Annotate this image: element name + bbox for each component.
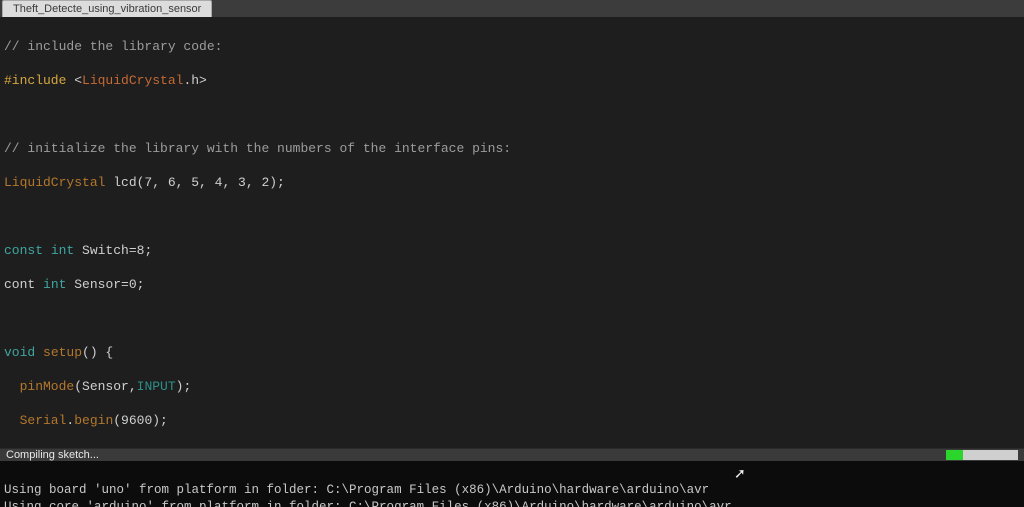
compile-progress-fill (946, 450, 963, 460)
status-text: Compiling sketch... (6, 449, 99, 461)
mouse-cursor-icon: ➚ (734, 467, 746, 484)
status-bar: Compiling sketch... (0, 448, 1024, 461)
console-line: Using core 'arduino' from platform in fo… (4, 500, 732, 507)
ide-window: Theft_Detecte_using_vibration_sensor // … (0, 0, 1024, 507)
console-line: Using board 'uno' from platform in folde… (4, 483, 709, 497)
code-comment: // initialize the library with the numbe… (4, 141, 511, 156)
compile-progress (946, 450, 1018, 460)
code-include: #include (4, 73, 74, 88)
code-comment: // include the library code: (4, 39, 222, 54)
tab-sketch[interactable]: Theft_Detecte_using_vibration_sensor (2, 0, 212, 17)
build-console[interactable]: Using board 'uno' from platform in folde… (0, 461, 1024, 507)
code-editor[interactable]: // include the library code: #include <L… (0, 17, 1024, 448)
tab-bar: Theft_Detecte_using_vibration_sensor (0, 0, 1024, 17)
